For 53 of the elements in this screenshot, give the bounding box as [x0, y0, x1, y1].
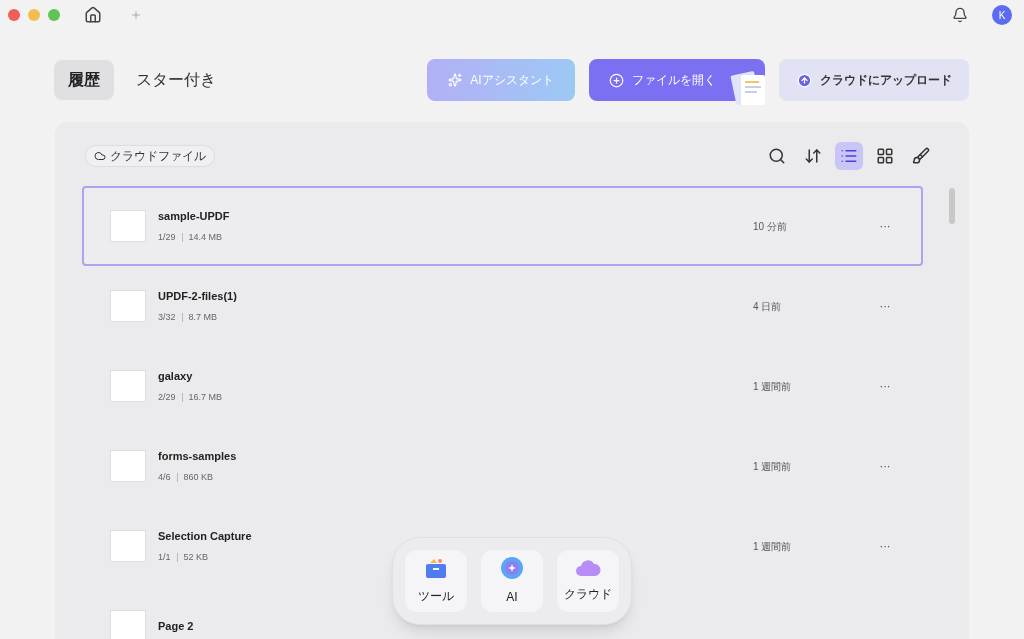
pdf-thumbnail [110, 610, 146, 639]
tab[interactable]: スター付き [122, 60, 230, 100]
cloud-icon [94, 150, 106, 162]
file-size: 14.4 MB [188, 230, 223, 244]
page-count: 4/6 [158, 470, 171, 484]
home-icon[interactable] [84, 6, 102, 24]
file-size: 52 KB [183, 550, 209, 564]
notification-icon[interactable] [952, 7, 968, 23]
cloud-files-filter[interactable]: クラウドファイル [85, 145, 215, 167]
file-size: 860 KB [183, 470, 214, 484]
more-button[interactable]: ··· [875, 377, 895, 395]
pdf-thumbnail [110, 450, 146, 482]
page-count: 3/32 [158, 310, 176, 324]
file-size: 8.7 MB [188, 310, 218, 324]
page-count: 1/29 [158, 230, 176, 244]
modified-time: 4 日前 [753, 299, 783, 314]
user-avatar[interactable]: K [992, 5, 1012, 25]
more-button[interactable]: ··· [875, 537, 895, 555]
scrollbar[interactable] [949, 188, 955, 224]
file-name: Selection Capture [158, 529, 252, 544]
file-name: Page 2 [158, 618, 194, 634]
close-window-icon[interactable] [8, 9, 20, 21]
pdf-thumbnail [110, 530, 146, 562]
cloud-icon [575, 559, 601, 577]
ai-icon [448, 73, 463, 87]
pdf-thumbnail [110, 290, 146, 322]
more-button[interactable]: ··· [875, 217, 895, 235]
modified-time: 1 週間前 [753, 379, 793, 394]
upload-icon [796, 72, 812, 88]
more-button[interactable]: ··· [875, 457, 895, 475]
dock-button[interactable]: ツール [405, 550, 467, 612]
dock-button[interactable]: クラウド [557, 550, 619, 612]
page-count: 1/1 [158, 550, 171, 564]
ai-orb-icon [500, 556, 524, 580]
plus-icon [609, 72, 624, 88]
pdf-thumbnail [110, 370, 146, 402]
toolbox-icon [424, 557, 448, 579]
file-name: forms-samples [158, 449, 237, 464]
upload-cloud-button[interactable]: クラウドにアップロード [779, 59, 969, 101]
list-view-icon[interactable] [835, 142, 863, 170]
file-name: UPDF-2-files(1) [158, 289, 237, 304]
tab[interactable]: 履歴 [54, 60, 114, 100]
dock-button[interactable]: AI [481, 550, 543, 612]
modified-time: 1 週間前 [753, 459, 793, 474]
file-name: sample-UPDF [158, 209, 230, 224]
modified-time: 1 週間前 [753, 539, 793, 554]
file-size: 16.7 MB [188, 390, 223, 404]
pdf-thumbnail [110, 210, 146, 242]
file-name: galaxy [158, 369, 194, 384]
file-row[interactable]: sample-UPDF 1/29 14.4 MB 10 分前 ··· [82, 186, 923, 266]
more-button[interactable]: ··· [875, 297, 895, 315]
modified-time: 10 分前 [753, 219, 788, 234]
page-count: 2/29 [158, 390, 176, 404]
